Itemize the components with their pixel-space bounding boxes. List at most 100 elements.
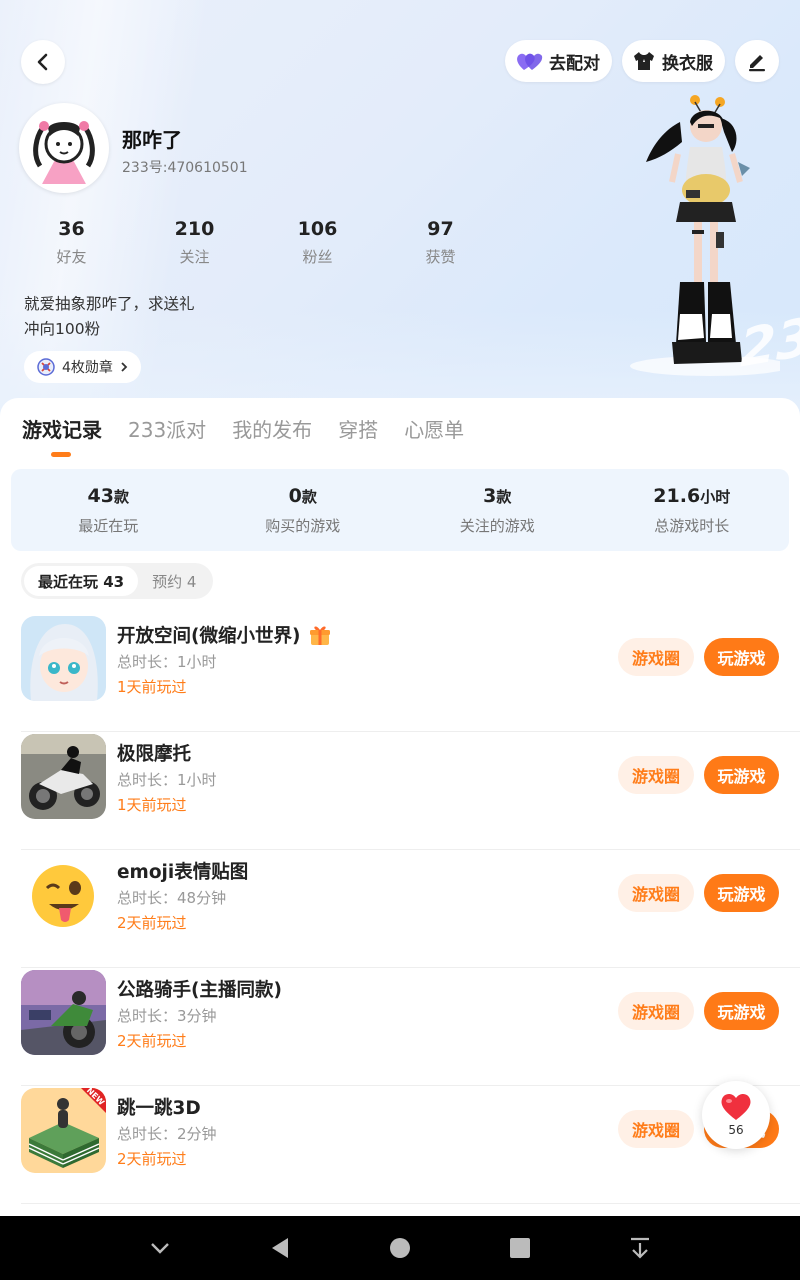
profile-stats: 36 好友 210 关注 106 粉丝 97 获赞 — [10, 218, 502, 267]
circle-home-icon — [390, 1238, 410, 1258]
edit-profile-button[interactable] — [735, 40, 779, 82]
stat-label: 关注 — [179, 248, 210, 266]
road-bike-icon — [21, 970, 106, 1055]
chevron-down-icon — [151, 1243, 169, 1254]
list-filter-segment: 最近在玩 43 预约 4 — [21, 563, 214, 599]
summary-label: 购买的游戏 — [265, 517, 341, 535]
game-icon-jump-3d[interactable]: NEW — [21, 1088, 106, 1173]
game-circle-button[interactable]: 游戏圈 — [618, 1110, 694, 1148]
tab-my-posts[interactable]: 我的发布 — [232, 414, 312, 443]
game-circle-button[interactable]: 游戏圈 — [618, 638, 694, 676]
game-row[interactable]: NEW 跳一跳3D 总时长：2分钟 2天前玩过 游戏圈 玩游戏 — [21, 1086, 800, 1204]
game-name-wrap: 跳一跳3D — [117, 1094, 201, 1120]
game-name: 公路骑手(主播同款) — [117, 980, 282, 1001]
game-circle-button[interactable]: 游戏圈 — [618, 756, 694, 794]
stat-label: 好友 — [56, 248, 87, 266]
game-duration: 总时长：2分钟 — [117, 1125, 217, 1143]
game-row[interactable]: 极限摩托 总时长：1小时 1天前玩过 游戏圈 玩游戏 — [21, 732, 800, 850]
game-icon-emoji[interactable] — [21, 852, 106, 937]
tab-outfits[interactable]: 穿搭 — [338, 414, 378, 443]
game-row[interactable]: 开放空间(微缩小世界) 总时长：1小时 1天前玩过 游戏圈 玩游戏 — [21, 614, 800, 732]
game-last-played: 1天前玩过 — [117, 678, 187, 696]
nav-recents-button[interactable] — [500, 1228, 540, 1268]
match-label: 去配对 — [549, 53, 600, 74]
summary-followed[interactable]: 3款 关注的游戏 — [400, 469, 595, 551]
profile-tabs: 游戏记录 233派对 我的发布 穿搭 心愿单 — [22, 414, 464, 443]
chevron-right-icon — [121, 362, 128, 372]
avatar-drawing — [22, 106, 106, 190]
tab-233-party[interactable]: 233派对 — [128, 414, 206, 443]
summary-value: 43 — [87, 485, 114, 507]
game-row[interactable]: emoji表情贴图 总时长：48分钟 2天前玩过 游戏圈 玩游戏 — [21, 850, 800, 968]
tab-game-records[interactable]: 游戏记录 — [22, 414, 102, 443]
bio-line: 就爱抽象那咋了，求送礼 — [24, 295, 195, 313]
game-row[interactable]: 公路骑手(主播同款) 总时长：3分钟 2天前玩过 游戏圈 玩游戏 — [21, 968, 800, 1086]
gift-icon — [310, 626, 331, 645]
game-name: 跳一跳3D — [117, 1098, 201, 1119]
segment-reserved[interactable]: 预约 4 — [138, 566, 210, 596]
summary-unit: 款 — [113, 488, 129, 506]
bio-line: 冲向100粉 — [24, 320, 101, 338]
play-game-button[interactable]: 玩游戏 — [704, 874, 779, 912]
stat-likes[interactable]: 97 获赞 — [379, 218, 502, 267]
game-duration: 总时长：1小时 — [117, 653, 217, 671]
medals-button[interactable]: 4枚勋章 — [24, 351, 141, 383]
game-last-played: 2天前玩过 — [117, 914, 187, 932]
bio: 就爱抽象那咋了，求送礼 冲向100粉 — [24, 292, 195, 342]
nav-notification-button[interactable] — [620, 1228, 660, 1268]
play-game-button[interactable]: 玩游戏 — [704, 992, 779, 1030]
game-icon-open-space[interactable] — [21, 616, 106, 701]
stat-fans[interactable]: 106 粉丝 — [256, 218, 379, 267]
stat-value: 106 — [297, 218, 338, 240]
stat-value: 97 — [427, 218, 454, 240]
segment-recent[interactable]: 最近在玩 43 — [24, 566, 139, 596]
game-list: 开放空间(微缩小世界) 总时长：1小时 1天前玩过 游戏圈 玩游戏 极限摩托 总… — [21, 614, 800, 1204]
game-duration: 总时长：3分钟 — [117, 1007, 217, 1025]
match-button[interactable]: 去配对 — [505, 40, 612, 82]
game-name: 极限摩托 — [117, 744, 192, 765]
summary-purchased[interactable]: 0款 购买的游戏 — [206, 469, 401, 551]
nav-collapse-button[interactable] — [140, 1228, 180, 1268]
stat-value: 210 — [174, 218, 215, 240]
pencil-icon — [749, 55, 765, 72]
nav-home-button[interactable] — [380, 1228, 420, 1268]
game-circle-button[interactable]: 游戏圈 — [618, 874, 694, 912]
top-actions: 去配对 换衣服 — [505, 40, 779, 82]
summary-recent[interactable]: 43款 最近在玩 — [11, 469, 206, 551]
summary-total-time[interactable]: 21.6小时 总游戏时长 — [595, 469, 790, 551]
game-duration: 总时长：48分钟 — [117, 889, 227, 907]
game-name-wrap: 开放空间(微缩小世界) — [117, 622, 332, 648]
game-circle-button[interactable]: 游戏圈 — [618, 992, 694, 1030]
play-game-button[interactable]: 玩游戏 — [704, 756, 779, 794]
back-button[interactable] — [21, 40, 65, 84]
medals-label: 4枚勋章 — [62, 360, 113, 376]
stat-friends[interactable]: 36 好友 — [10, 218, 133, 267]
tab-wishlist[interactable]: 心愿单 — [404, 414, 464, 443]
triangle-back-icon — [272, 1238, 288, 1258]
outfit-label: 换衣服 — [662, 53, 713, 74]
like-count: 56 — [728, 1123, 744, 1137]
tshirt-icon — [634, 52, 654, 70]
change-outfit-button[interactable]: 换衣服 — [622, 40, 725, 82]
nav-back-button[interactable] — [260, 1228, 300, 1268]
game-name-wrap: emoji表情贴图 — [117, 858, 248, 884]
anime-girl-icon — [21, 616, 106, 701]
play-game-button[interactable]: 玩游戏 — [704, 638, 779, 676]
medal-icon — [37, 358, 55, 376]
summary-value: 3 — [483, 485, 497, 507]
avatar[interactable] — [19, 103, 109, 193]
game-icon-extreme-moto[interactable] — [21, 734, 106, 819]
stat-following[interactable]: 210 关注 — [133, 218, 256, 267]
stat-label: 粉丝 — [302, 248, 333, 266]
game-duration: 总时长：1小时 — [117, 771, 217, 789]
game-name: emoji表情贴图 — [117, 862, 249, 883]
summary-unit: 款 — [301, 488, 317, 506]
game-icon-road-rider[interactable] — [21, 970, 106, 1055]
stat-label: 获赞 — [425, 248, 456, 266]
summary-value: 0 — [288, 485, 302, 507]
summary-unit: 款 — [496, 488, 512, 506]
floating-like-button[interactable]: 56 — [702, 1081, 770, 1149]
system-nav-bar — [0, 1216, 800, 1280]
back-arrow-icon — [37, 53, 48, 71]
game-summary: 43款 最近在玩 0款 购买的游戏 3款 关注的游戏 21.6小时 总游戏时长 — [11, 469, 789, 551]
